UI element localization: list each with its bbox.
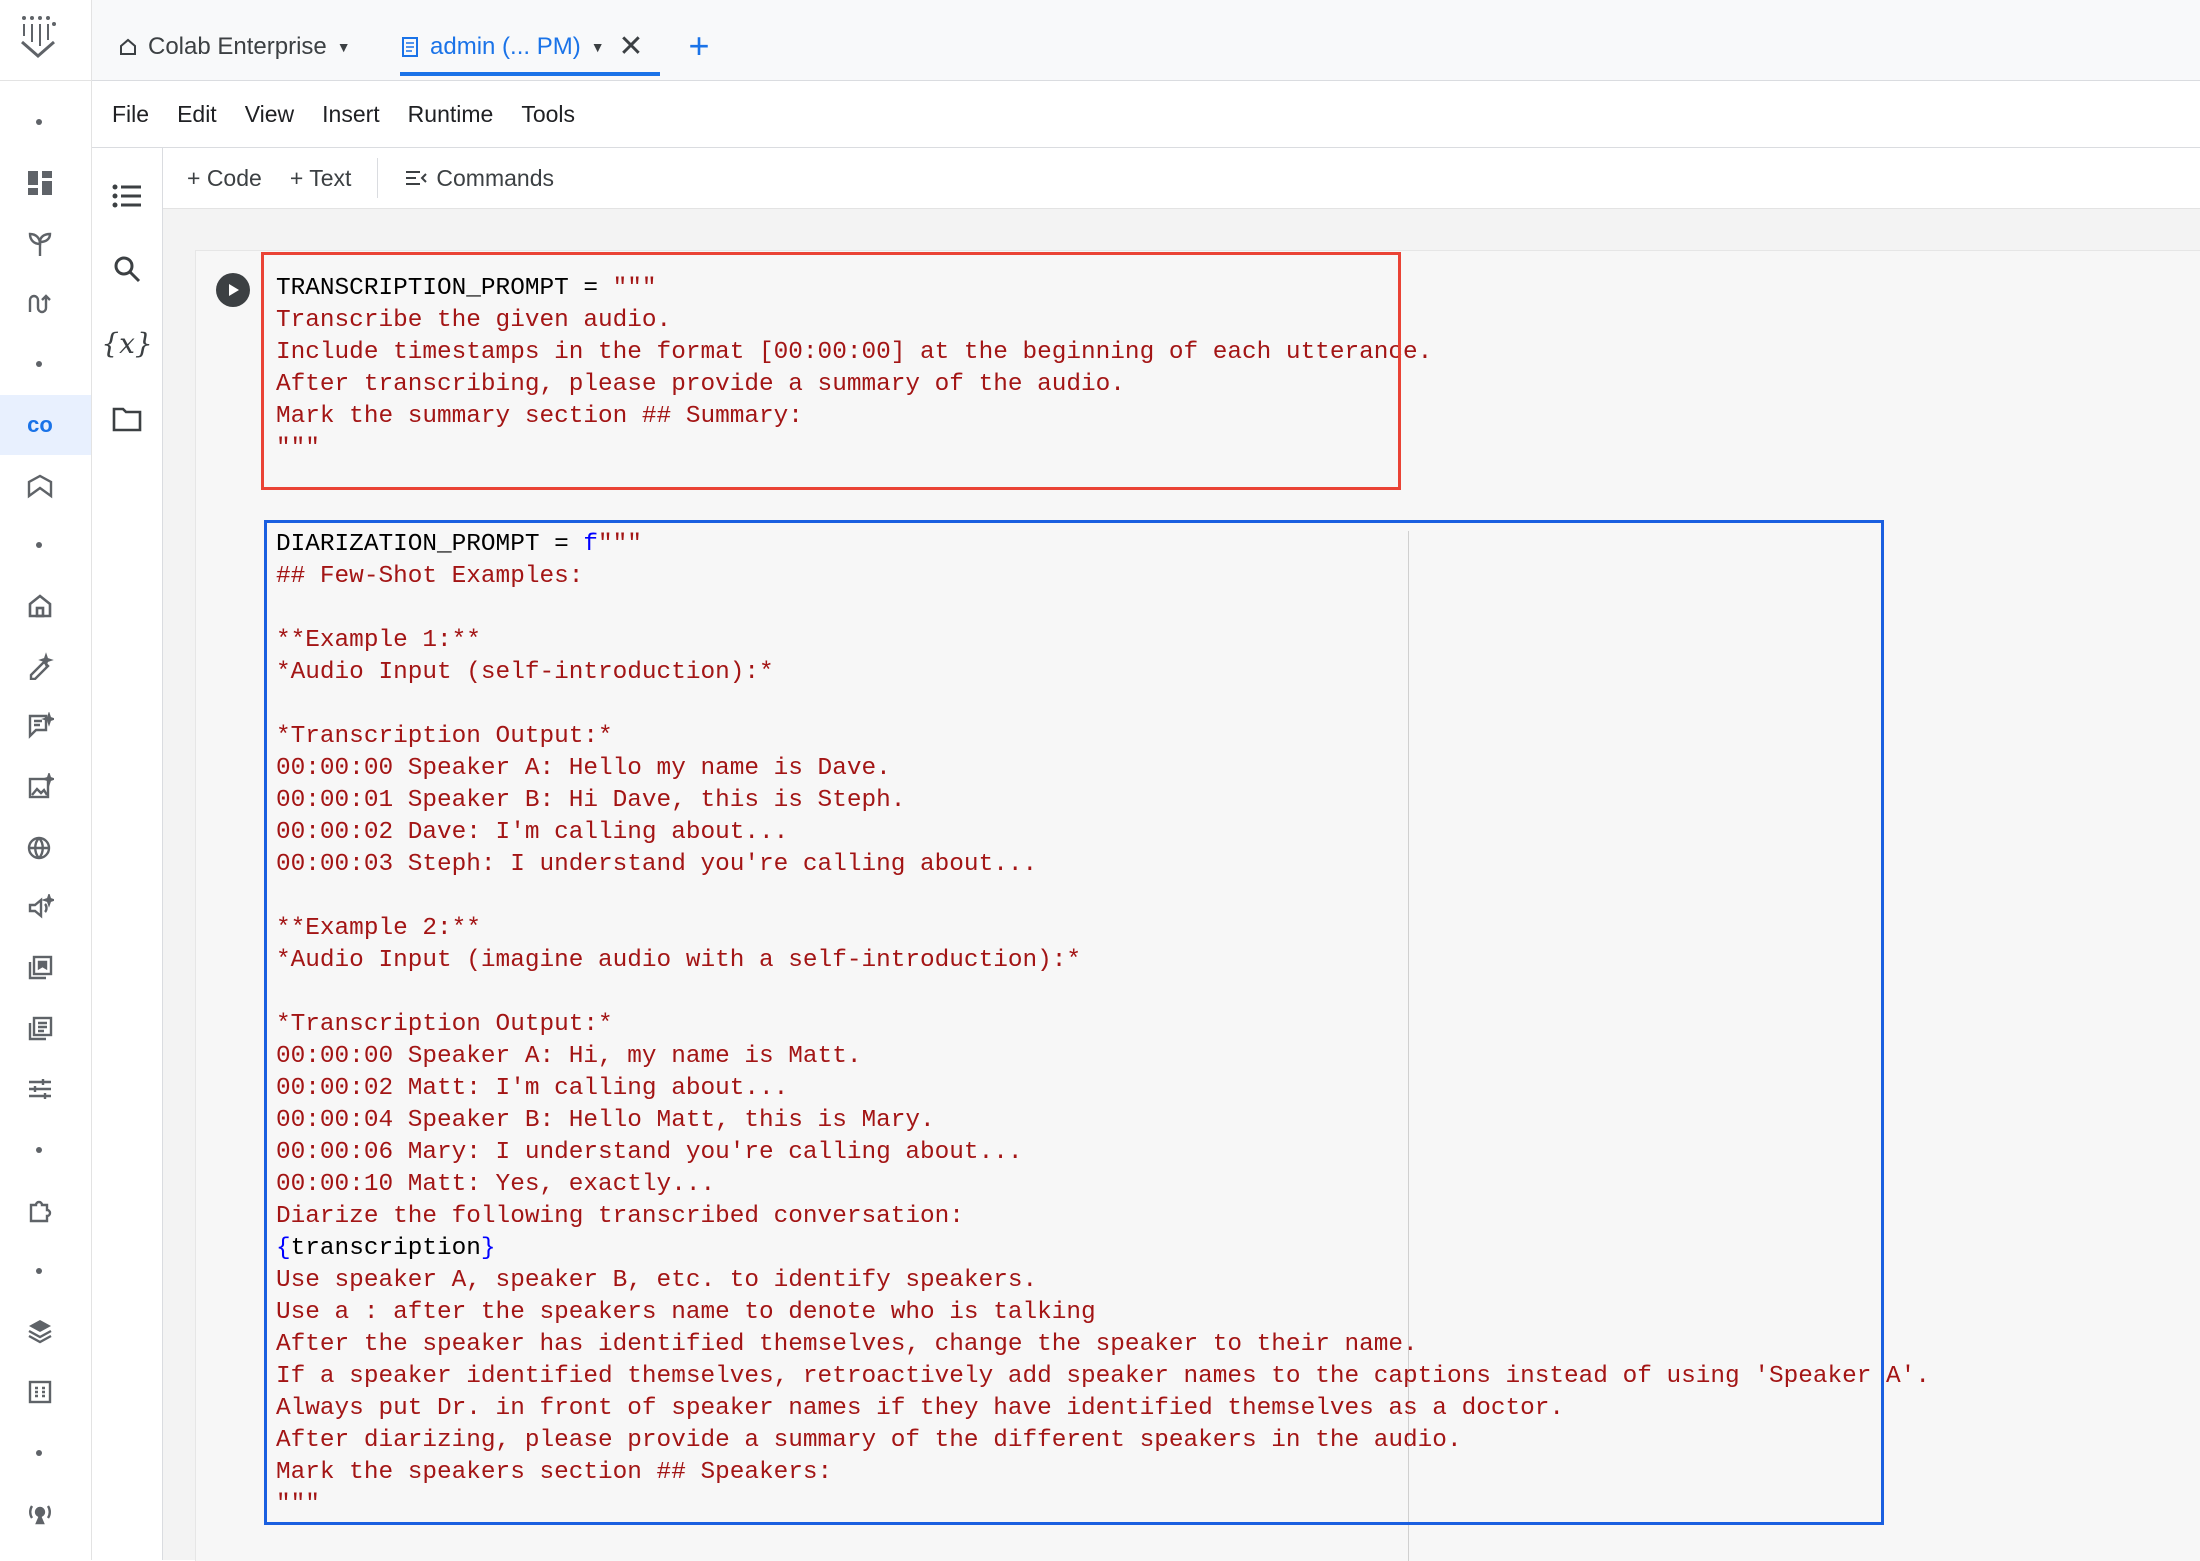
model-garden-icon[interactable]	[22, 226, 58, 262]
notebook-icon	[402, 37, 418, 57]
rail-divider	[0, 80, 91, 81]
workbench-icon[interactable]	[22, 468, 58, 504]
menu-view[interactable]: View	[245, 101, 294, 128]
colab-enterprise-icon[interactable]: co	[22, 407, 58, 443]
code-string-delimiter: """	[598, 531, 642, 558]
add-text-button[interactable]: + Text	[290, 165, 352, 192]
toolbar-divider	[377, 158, 379, 198]
tab-colab-enterprise[interactable]: Colab Enterprise ▼	[118, 22, 351, 72]
freeform-icon[interactable]	[22, 708, 58, 744]
play-icon	[229, 284, 239, 296]
active-tab-indicator	[400, 72, 660, 76]
commands-icon	[406, 171, 428, 185]
code-string: Transcribe the given audio. Include time…	[276, 307, 1433, 462]
diarization-prompt-code[interactable]: DIARIZATION_PROMPT = f""" ## Few-Shot Ex…	[276, 529, 1930, 1521]
code-string-delimiter: """	[612, 275, 657, 302]
translation-icon[interactable]	[22, 829, 58, 865]
code-interpolated-variable: transcription	[290, 1235, 481, 1262]
code-string: ## Few-Shot Examples: **Example 1:** *Au…	[276, 563, 1082, 1230]
prompt-design-icon[interactable]	[22, 648, 58, 684]
agent-builder-icon[interactable]	[22, 1494, 58, 1530]
menu-tools[interactable]: Tools	[521, 101, 575, 128]
run-cell-button[interactable]	[216, 273, 250, 307]
variables-icon[interactable]: {x}	[101, 320, 152, 366]
tuning-icon[interactable]	[22, 1071, 58, 1107]
folder-icon[interactable]	[104, 396, 150, 442]
transcription-prompt-code[interactable]: TRANSCRIPTION_PROMPT = """ Transcribe th…	[276, 273, 1432, 465]
feature-store-icon[interactable]	[22, 1313, 58, 1349]
menu-insert[interactable]: Insert	[322, 101, 380, 128]
code-fstring-prefix: f	[583, 531, 599, 558]
table-of-contents-icon[interactable]	[104, 173, 150, 219]
tab-label: Colab Enterprise	[148, 33, 327, 60]
speech-icon[interactable]	[22, 890, 58, 926]
pipelines-icon[interactable]	[22, 286, 58, 322]
rail-dot	[36, 1147, 42, 1153]
code-string: Use speaker A, speaker B, etc. to identi…	[276, 1267, 1930, 1518]
code-cell[interactable]: TRANSCRIPTION_PROMPT = """ Transcribe th…	[195, 250, 2200, 1561]
prompt-management-icon[interactable]	[22, 1011, 58, 1047]
add-code-button[interactable]: + Code	[187, 165, 262, 192]
commands-button[interactable]: Commands	[404, 165, 554, 192]
dashboard-icon[interactable]	[22, 165, 58, 201]
add-tab-button[interactable]: +	[680, 24, 718, 68]
tab-bar: Colab Enterprise ▼ admin (... PM) ▼ ✕ +	[92, 0, 2200, 81]
extensions-icon[interactable]	[22, 1192, 58, 1228]
prompt-gallery-icon[interactable]	[22, 950, 58, 986]
code-brace: {	[276, 1235, 291, 1262]
menu-edit[interactable]: Edit	[177, 101, 217, 128]
menu-file[interactable]: File	[112, 101, 149, 128]
commands-label: Commands	[436, 164, 555, 191]
notebook-side-panel: {x}	[92, 148, 163, 1560]
close-icon[interactable]: ✕	[616, 28, 646, 64]
search-icon[interactable]	[104, 246, 150, 292]
vertex-ai-logo-icon	[21, 16, 56, 58]
chevron-down-icon: ▼	[336, 39, 351, 55]
notebook-area: TRANSCRIPTION_PROMPT = """ Transcribe th…	[163, 208, 2200, 1561]
rail-dot	[36, 542, 42, 548]
home-icon	[120, 38, 136, 55]
code-variable: DIARIZATION_PROMPT =	[276, 531, 584, 558]
chevron-down-icon: ▼	[590, 39, 605, 55]
tab-notebook[interactable]: admin (... PM) ▼	[400, 22, 605, 72]
rail-dot	[36, 1450, 42, 1456]
divider	[163, 208, 2200, 209]
app-rail: co	[0, 0, 92, 1560]
code-variable: TRANSCRIPTION_PROMPT =	[276, 275, 613, 302]
menu-bar: File Edit View Insert Runtime Tools	[92, 81, 2200, 148]
home-icon[interactable]	[22, 588, 58, 624]
tab-label: admin (... PM)	[430, 33, 581, 60]
notebook-toolbar: + Code + Text Commands	[163, 148, 2200, 208]
rail-dot	[36, 361, 42, 367]
datasets-icon[interactable]	[22, 1374, 58, 1410]
rail-dot	[36, 1268, 42, 1274]
code-brace: }	[480, 1235, 496, 1262]
vision-icon[interactable]	[22, 769, 58, 805]
menu-runtime[interactable]: Runtime	[408, 101, 494, 128]
rail-dot	[36, 119, 42, 125]
